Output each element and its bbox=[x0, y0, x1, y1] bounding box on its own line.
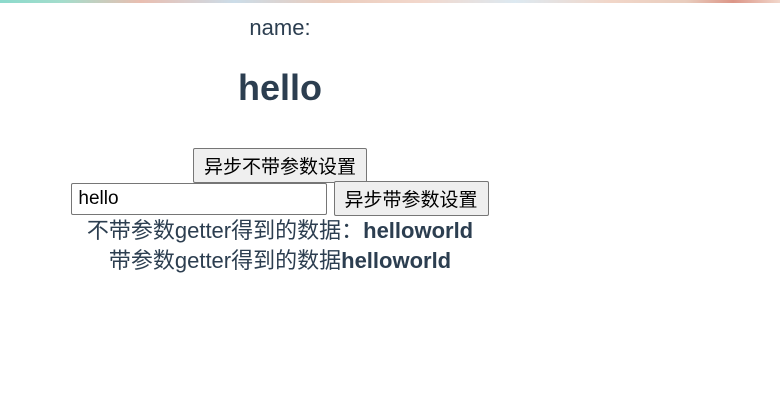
name-label-text: name: bbox=[249, 15, 311, 40]
page-title-text: hello bbox=[237, 67, 322, 108]
async-no-param-button[interactable]: 异步不带参数设置 bbox=[192, 148, 367, 183]
getter-with-param-label: 带参数getter得到的数据 bbox=[108, 248, 342, 273]
getter-no-param-value: helloworld bbox=[363, 218, 474, 243]
async-with-param-button[interactable]: 异步带参数设置 bbox=[333, 181, 489, 216]
app-root: name: hello 异步不带参数设置 异步带参数设置 不带参数getter得… bbox=[0, 0, 560, 276]
getter-with-param-value: helloworld bbox=[341, 248, 452, 273]
page-title: hello bbox=[0, 68, 560, 108]
row-async-no-param: 异步不带参数设置 bbox=[0, 148, 560, 183]
param-input[interactable] bbox=[71, 182, 328, 215]
getter-no-param-label: 不带参数getter得到的数据： bbox=[86, 218, 364, 243]
getter-no-param-result: 不带参数getter得到的数据：helloworld bbox=[0, 216, 560, 246]
getter-with-param-result: 带参数getter得到的数据helloworld bbox=[0, 246, 560, 276]
row-async-with-param: 异步带参数设置 bbox=[0, 181, 560, 216]
name-label: name: bbox=[0, 12, 560, 44]
